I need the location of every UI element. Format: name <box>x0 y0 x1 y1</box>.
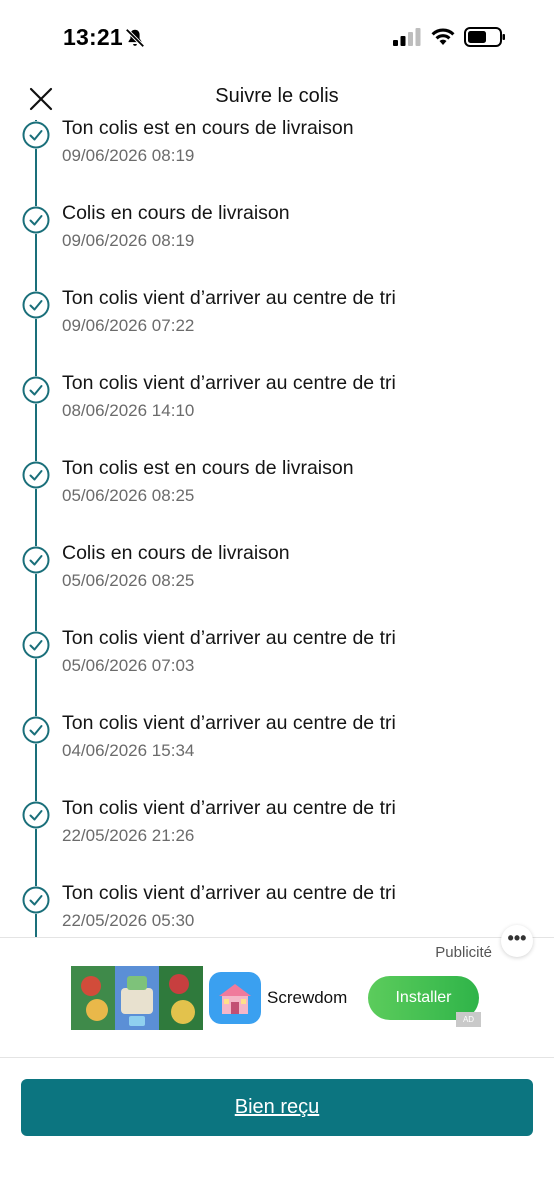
timeline-event: Ton colis vient d’arriver au centre de t… <box>0 882 554 937</box>
timeline-event: Ton colis vient d’arriver au centre de t… <box>0 712 554 801</box>
tracking-timeline: Ton colis est en cours de livraison 09/06… <box>0 120 554 937</box>
status-time: 13:21 <box>63 24 123 50</box>
event-date: 22/05/2026 05:30 <box>62 911 195 930</box>
timeline-event: Ton colis vient d’arriver au centre de t… <box>0 627 554 716</box>
timeline-event: Ton colis vient d’arriver au centre de t… <box>0 797 554 886</box>
timeline-event: Ton colis vient d’arriver au centre de t… <box>0 287 554 376</box>
ad-banner[interactable]: Publicité ••• Screwdom Installer AD <box>0 925 554 1056</box>
more-options-button[interactable]: ••• <box>501 925 533 957</box>
check-circle-icon <box>22 206 50 234</box>
event-date: 05/06/2026 08:25 <box>62 571 195 590</box>
event-title: Ton colis vient d’arriver au centre de t… <box>62 627 396 649</box>
ad-badge: AD <box>456 1012 481 1027</box>
check-circle-icon <box>22 631 50 659</box>
event-title: Ton colis vient d’arriver au centre de t… <box>62 287 396 309</box>
header: Suivre le colis <box>0 74 554 120</box>
wifi-icon <box>431 28 455 45</box>
event-title: Ton colis vient d’arriver au centre de t… <box>62 712 396 734</box>
event-title: Ton colis vient d’arriver au centre de t… <box>62 882 396 904</box>
check-circle-icon <box>22 886 50 914</box>
check-circle-icon <box>22 121 50 149</box>
timeline-event: Ton colis est en cours de livraison 09/06… <box>0 120 554 206</box>
battery-icon <box>464 27 505 47</box>
event-title: Ton colis est en cours de livraison <box>62 457 354 479</box>
timeline-event: Ton colis vient d’arriver au centre de t… <box>0 372 554 461</box>
timeline-event: Ton colis est en cours de livraison 05/06… <box>0 457 554 546</box>
check-circle-icon <box>22 546 50 574</box>
check-circle-icon <box>22 291 50 319</box>
ad-label: Publicité <box>435 944 492 961</box>
event-date: 22/05/2026 21:26 <box>62 826 195 845</box>
check-circle-icon <box>22 376 50 404</box>
app-icon[interactable] <box>209 972 261 1024</box>
event-date: 09/06/2026 07:22 <box>62 316 195 335</box>
confirm-received-button[interactable]: Bien reçu <box>21 1079 533 1136</box>
event-title: Ton colis est en cours de livraison <box>62 120 354 139</box>
event-date: 05/06/2026 07:03 <box>62 656 195 675</box>
check-circle-icon <box>22 716 50 744</box>
event-date: 08/06/2026 14:10 <box>62 401 195 420</box>
event-title: Colis en cours de livraison <box>62 202 290 224</box>
event-date: 09/06/2026 08:19 <box>62 146 195 165</box>
check-circle-icon <box>22 461 50 489</box>
cellular-signal-icon <box>393 28 421 46</box>
event-date: 09/06/2026 08:19 <box>62 231 195 250</box>
event-title: Colis en cours de livraison <box>62 542 290 564</box>
screwdom-app-icon <box>209 972 261 1024</box>
event-title: Ton colis vient d’arriver au centre de t… <box>62 797 396 819</box>
event-date: 05/06/2026 08:25 <box>62 486 195 505</box>
page-title: Suivre le colis <box>215 85 339 107</box>
event-date: 04/06/2026 15:34 <box>62 741 195 760</box>
ad-app-name[interactable]: Screwdom <box>267 988 347 1008</box>
bell-slash-icon <box>125 28 145 48</box>
status-bar: 13:21 <box>0 0 554 74</box>
timeline-event: Colis en cours de livraison 09/06/2026 08… <box>0 202 554 291</box>
divider <box>0 1057 554 1058</box>
ad-thumbnail-image <box>71 966 203 1030</box>
check-circle-icon <box>22 801 50 829</box>
event-title: Ton colis vient d’arriver au centre de t… <box>62 372 396 394</box>
timeline-event: Colis en cours de livraison 05/06/2026 08… <box>0 542 554 631</box>
ad-thumbnail[interactable] <box>71 966 203 1030</box>
